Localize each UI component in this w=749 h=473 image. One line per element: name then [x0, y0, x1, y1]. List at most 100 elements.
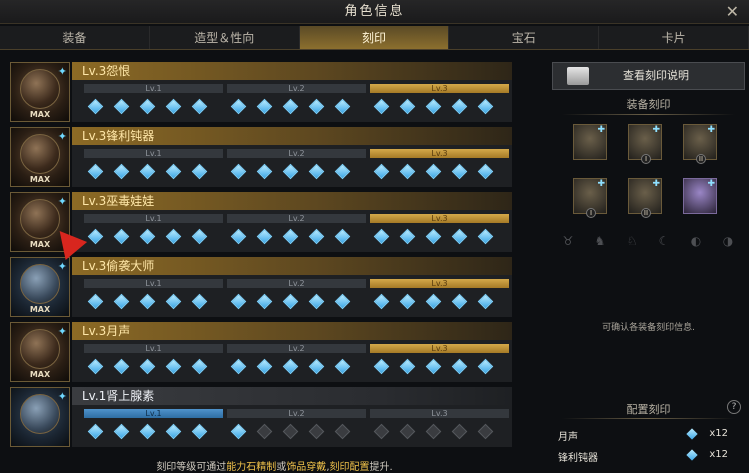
engraving-body: Lv.3巫毒娃娃 Lv.1 Lv.2 Lv.3 — [72, 192, 512, 252]
plus-icon: ✚ — [652, 179, 660, 189]
gem-filled-icon — [256, 163, 273, 180]
gem-filled-icon — [165, 423, 182, 440]
config-name: 锋利钝器 — [558, 453, 598, 464]
gem-empty-icon — [308, 423, 325, 440]
level-segment-2: Lv.2 — [227, 149, 366, 158]
config-row: 锋利钝器 x12 — [558, 449, 738, 464]
config-value: x12 — [709, 449, 728, 460]
gem-filled-icon — [191, 228, 208, 245]
plus-icon: ✚ — [652, 125, 660, 135]
engraving-emblem-icon — [20, 199, 60, 239]
gem-filled-icon — [334, 228, 351, 245]
gem-filled-icon — [308, 293, 325, 310]
book-icon — [567, 67, 589, 85]
empty-slot-icon: ◐ — [690, 234, 702, 248]
engraving-row[interactable]: ✦ Lv.1肾上腺素 Lv.1 Lv.2 Lv.3 — [10, 387, 512, 447]
sparkle-icon: ✦ — [57, 325, 67, 338]
gem-filled-icon — [308, 163, 325, 180]
gem-filled-icon — [113, 163, 130, 180]
gem-empty-icon — [334, 423, 351, 440]
gem-filled-icon — [308, 358, 325, 375]
equip-slot-earring-2[interactable]: ✚ II — [683, 124, 717, 164]
engraving-emblem-icon — [20, 134, 60, 174]
gem-filled-icon — [113, 293, 130, 310]
level-segment-3: Lv.3 — [370, 149, 509, 158]
numeral-badge: I — [641, 154, 651, 164]
level-segment-3: Lv.3 — [370, 409, 509, 418]
gem-filled-icon — [373, 98, 390, 115]
tab-cards[interactable]: 卡片 — [599, 26, 749, 49]
close-icon[interactable]: ✕ — [726, 0, 739, 24]
equip-slot-ring-2[interactable]: ✚ II — [628, 178, 662, 218]
engraving-portrait: ✦ MAX — [10, 322, 70, 382]
footer-text: 或 — [276, 462, 287, 473]
level-segment-1: Lv.1 — [84, 84, 223, 93]
engraving-emblem-icon — [20, 264, 60, 304]
tab-appearance[interactable]: 造型＆性向 — [150, 26, 300, 49]
gem-filled-icon — [139, 293, 156, 310]
tab-bar: 装备 造型＆性向 刻印 宝石 卡片 — [0, 26, 749, 50]
equip-slot-earring-1[interactable]: ✚ I — [628, 124, 662, 164]
gem-empty-icon — [373, 423, 390, 440]
gem-filled-icon — [451, 293, 468, 310]
gem-filled-icon — [425, 358, 442, 375]
engraving-list: ✦ MAX Lv.3怨恨 Lv.1 Lv.2 Lv.3 ✦ MAX Lv.3锋利钝器… — [10, 62, 512, 447]
level-segment-2: Lv.2 — [227, 409, 366, 418]
tab-gems[interactable]: 宝石 — [449, 26, 600, 49]
engraving-emblem-icon — [20, 69, 60, 109]
gem-filled-icon — [230, 423, 247, 440]
numeral-badge: I — [586, 208, 596, 218]
engraving-row[interactable]: ✦ MAX Lv.3偷袭大师 Lv.1 Lv.2 Lv.3 — [10, 257, 512, 317]
gem-filled-icon — [139, 423, 156, 440]
gem-filled-icon — [191, 163, 208, 180]
sparkle-icon: ✦ — [57, 260, 67, 273]
gem-filled-icon — [191, 423, 208, 440]
gem-filled-icon — [451, 228, 468, 245]
engraving-portrait: ✦ MAX — [10, 127, 70, 187]
gem-filled-icon — [399, 98, 416, 115]
gem-filled-icon — [256, 358, 273, 375]
engraving-name: Lv.3巫毒娃娃 — [72, 192, 512, 210]
gem-filled-icon — [165, 358, 182, 375]
gem-filled-icon — [87, 98, 104, 115]
gem-filled-icon — [87, 423, 104, 440]
sparkle-icon: ✦ — [57, 195, 67, 208]
gem-filled-icon — [139, 163, 156, 180]
empty-slot-icon: ♉ — [562, 234, 574, 248]
gem-filled-icon — [373, 358, 390, 375]
gem-filled-icon — [191, 98, 208, 115]
equip-slot-ring-1[interactable]: ✚ I — [573, 178, 607, 218]
level-segment-3: Lv.3 — [370, 344, 509, 353]
engraving-body: Lv.3偷袭大师 Lv.1 Lv.2 Lv.3 — [72, 257, 512, 317]
footer-text: 提升. — [369, 462, 393, 473]
numeral-badge: II — [641, 208, 651, 218]
gem-filled-icon — [230, 98, 247, 115]
engraving-row[interactable]: ✦ MAX Lv.3怨恨 Lv.1 Lv.2 Lv.3 — [10, 62, 512, 122]
gem-filled-icon — [399, 228, 416, 245]
equip-slot-necklace[interactable]: ✚ — [573, 124, 607, 160]
gem-filled-icon — [282, 228, 299, 245]
level-segment-2: Lv.2 — [227, 344, 366, 353]
gem-empty-icon — [399, 423, 416, 440]
gem-filled-icon — [373, 293, 390, 310]
engraving-name: Lv.3锋利钝器 — [72, 127, 512, 145]
sparkle-icon: ✦ — [57, 390, 67, 403]
gem-filled-icon — [477, 358, 494, 375]
gem-filled-icon — [308, 98, 325, 115]
gem-filled-icon — [373, 228, 390, 245]
equip-slot-ability-stone[interactable]: ✚ — [683, 178, 717, 214]
engraving-name: Lv.3月声 — [72, 322, 512, 340]
engraving-row[interactable]: ✦ MAX Lv.3月声 Lv.1 Lv.2 Lv.3 — [10, 322, 512, 382]
tab-engraving[interactable]: 刻印 — [299, 26, 450, 49]
gem-filled-icon — [113, 228, 130, 245]
config-value: x12 — [709, 428, 728, 439]
sparkle-icon: ✦ — [57, 65, 67, 78]
engraving-row[interactable]: ✦ MAX Lv.3锋利钝器 Lv.1 Lv.2 Lv.3 — [10, 127, 512, 187]
engraving-name: Lv.1肾上腺素 — [72, 387, 512, 405]
tab-equipment[interactable]: 装备 — [0, 26, 150, 49]
equip-engraving-title: 装备刻印 — [626, 98, 671, 111]
help-icon[interactable]: ? — [727, 400, 741, 414]
gem-filled-icon — [230, 228, 247, 245]
gem-filled-icon — [87, 228, 104, 245]
view-engraving-info-button[interactable]: 查看刻印说明 — [552, 62, 745, 90]
